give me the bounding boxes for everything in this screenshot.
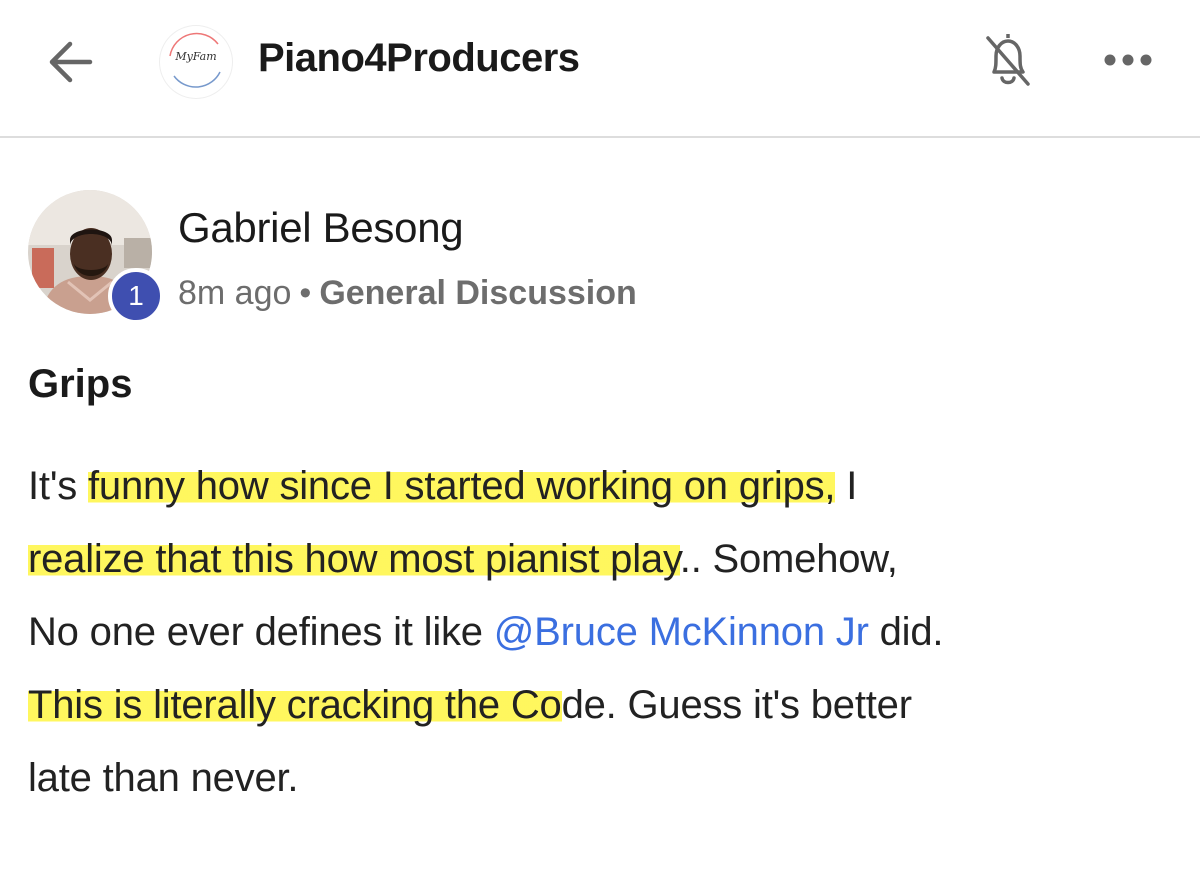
highlighted-text: realize that this how most pianist play bbox=[28, 537, 680, 581]
top-app-bar: MyFam Piano4Producers bbox=[0, 0, 1200, 138]
post-meta: 8m ago • General Discussion bbox=[178, 274, 637, 313]
bell-off-icon bbox=[986, 34, 1030, 86]
body-text: de. Guess it's better bbox=[561, 683, 912, 727]
group-name[interactable]: Piano4Producers bbox=[258, 36, 580, 81]
group-logo-text: MyFam bbox=[175, 50, 217, 63]
highlighted-text: funny how since I started working on gri… bbox=[87, 464, 836, 508]
notifications-button[interactable] bbox=[978, 28, 1038, 92]
meta-separator: • bbox=[299, 274, 312, 312]
author-level-badge: 1 bbox=[108, 268, 164, 324]
back-button[interactable] bbox=[40, 30, 104, 94]
post-timestamp: 8m ago bbox=[178, 274, 292, 312]
more-horizontal-icon bbox=[1104, 54, 1152, 66]
body-text: No one ever defines it like bbox=[28, 610, 494, 654]
more-options-button[interactable] bbox=[1098, 44, 1162, 76]
body-text: late than never. bbox=[28, 756, 299, 800]
group-logo[interactable]: MyFam bbox=[160, 26, 232, 98]
body-text: .. Somehow, bbox=[679, 537, 898, 581]
body-text: It's bbox=[28, 464, 88, 508]
user-mention-link[interactable]: @Bruce McKinnon Jr bbox=[494, 610, 869, 654]
author-name[interactable]: Gabriel Besong bbox=[178, 204, 464, 252]
post-category-link[interactable]: General Discussion bbox=[319, 274, 636, 312]
post-body-line: realize that this how most pianist play.… bbox=[28, 523, 1178, 596]
post-body-line: No one ever defines it like @Bruce McKin… bbox=[28, 596, 1178, 669]
body-text: did. bbox=[868, 610, 944, 654]
post-body-line: It's funny how since I started working o… bbox=[28, 450, 1178, 523]
highlighted-text: This is literally cracking the Co bbox=[28, 683, 562, 727]
body-text: I bbox=[835, 464, 858, 508]
arrow-left-icon bbox=[49, 41, 93, 83]
post-body-line: This is literally cracking the Code. Gue… bbox=[28, 669, 1178, 742]
post-body-line: late than never. bbox=[28, 742, 1178, 815]
post-title: Grips bbox=[28, 362, 133, 406]
post-body: It's funny how since I started working o… bbox=[28, 450, 1178, 815]
